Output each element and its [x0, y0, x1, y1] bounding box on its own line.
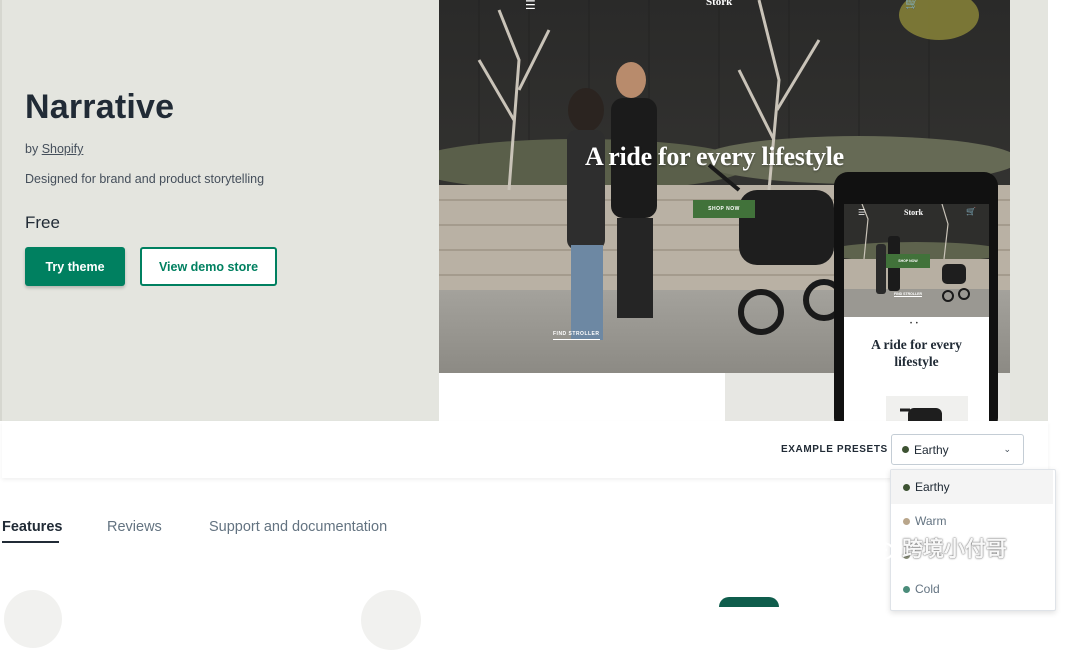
phone-menu-icon: ☰ — [858, 208, 866, 217]
phone-preview: ☰ Stork 🛒 SHOP NOW FIND STROLLER • • A r… — [834, 172, 998, 432]
preset-dot-warm — [903, 517, 910, 525]
preset-option-label: Cold — [915, 582, 940, 596]
phone-headline-line2: lifestyle — [894, 354, 939, 369]
chevron-down-icon: ⌄ — [1003, 444, 1011, 454]
phone-carousel-dots: • • — [910, 321, 919, 327]
feature-icon-3 — [719, 597, 779, 607]
tab-support-documentation[interactable]: Support and documentation — [209, 519, 387, 535]
preview-brand: Stork — [706, 0, 733, 8]
preview-menu-icon: ☰ — [525, 0, 536, 12]
watermark-text: 跨境小付哥 — [902, 538, 1007, 561]
watermark: 跨境小付哥 — [860, 533, 1007, 563]
preset-color-dot — [902, 446, 909, 453]
preset-option-earthy[interactable]: Earthy — [891, 470, 1053, 504]
preview-caption: FIND STROLLER — [553, 331, 600, 340]
feature-icon-2 — [361, 590, 421, 650]
theme-title: Narrative — [25, 88, 175, 126]
phone-shop-now-button: SHOP NOW — [886, 254, 930, 268]
wechat-icon — [860, 534, 894, 560]
phone-headline-line1: A ride for every — [871, 337, 962, 352]
tab-features[interactable]: Features — [2, 519, 62, 535]
feature-icon-1 — [4, 590, 62, 648]
preview-bottom-left — [439, 373, 725, 421]
try-theme-button[interactable]: Try theme — [25, 247, 125, 286]
preset-option-label: Earthy — [915, 480, 950, 494]
byline-prefix: by — [25, 142, 42, 156]
phone-screen: ☰ Stork 🛒 SHOP NOW FIND STROLLER • • A r… — [844, 204, 989, 432]
preview-cart-icon: 🛒 — [905, 0, 919, 10]
view-demo-store-button[interactable]: View demo store — [140, 247, 277, 286]
example-presets-label: EXAMPLE PRESETS — [781, 444, 888, 455]
preview-headline: A ride for every lifestyle — [585, 142, 844, 171]
preview-shop-now-button: SHOP NOW — [693, 200, 755, 218]
preset-dot-cold — [903, 585, 910, 593]
phone-caption: FIND STROLLER — [894, 292, 922, 297]
preset-option-cold[interactable]: Cold — [891, 572, 1053, 606]
preset-selected-value: Earthy — [914, 442, 949, 457]
phone-brand: Stork — [904, 208, 924, 217]
preset-dot-earthy — [903, 483, 910, 491]
preset-option-label: Warm — [915, 514, 947, 528]
tab-reviews[interactable]: Reviews — [107, 519, 162, 535]
active-tab-indicator — [2, 541, 59, 543]
author-link[interactable]: Shopify — [42, 142, 84, 156]
theme-byline: by Shopify — [25, 142, 83, 156]
preset-select[interactable]: Earthy ⌄ — [891, 434, 1024, 465]
theme-description: Designed for brand and product storytell… — [25, 172, 265, 186]
hero-edge — [0, 0, 2, 421]
theme-price: Free — [25, 213, 60, 232]
phone-headline: A ride for every lifestyle — [844, 336, 989, 370]
phone-cart-icon: 🛒 — [966, 207, 976, 216]
